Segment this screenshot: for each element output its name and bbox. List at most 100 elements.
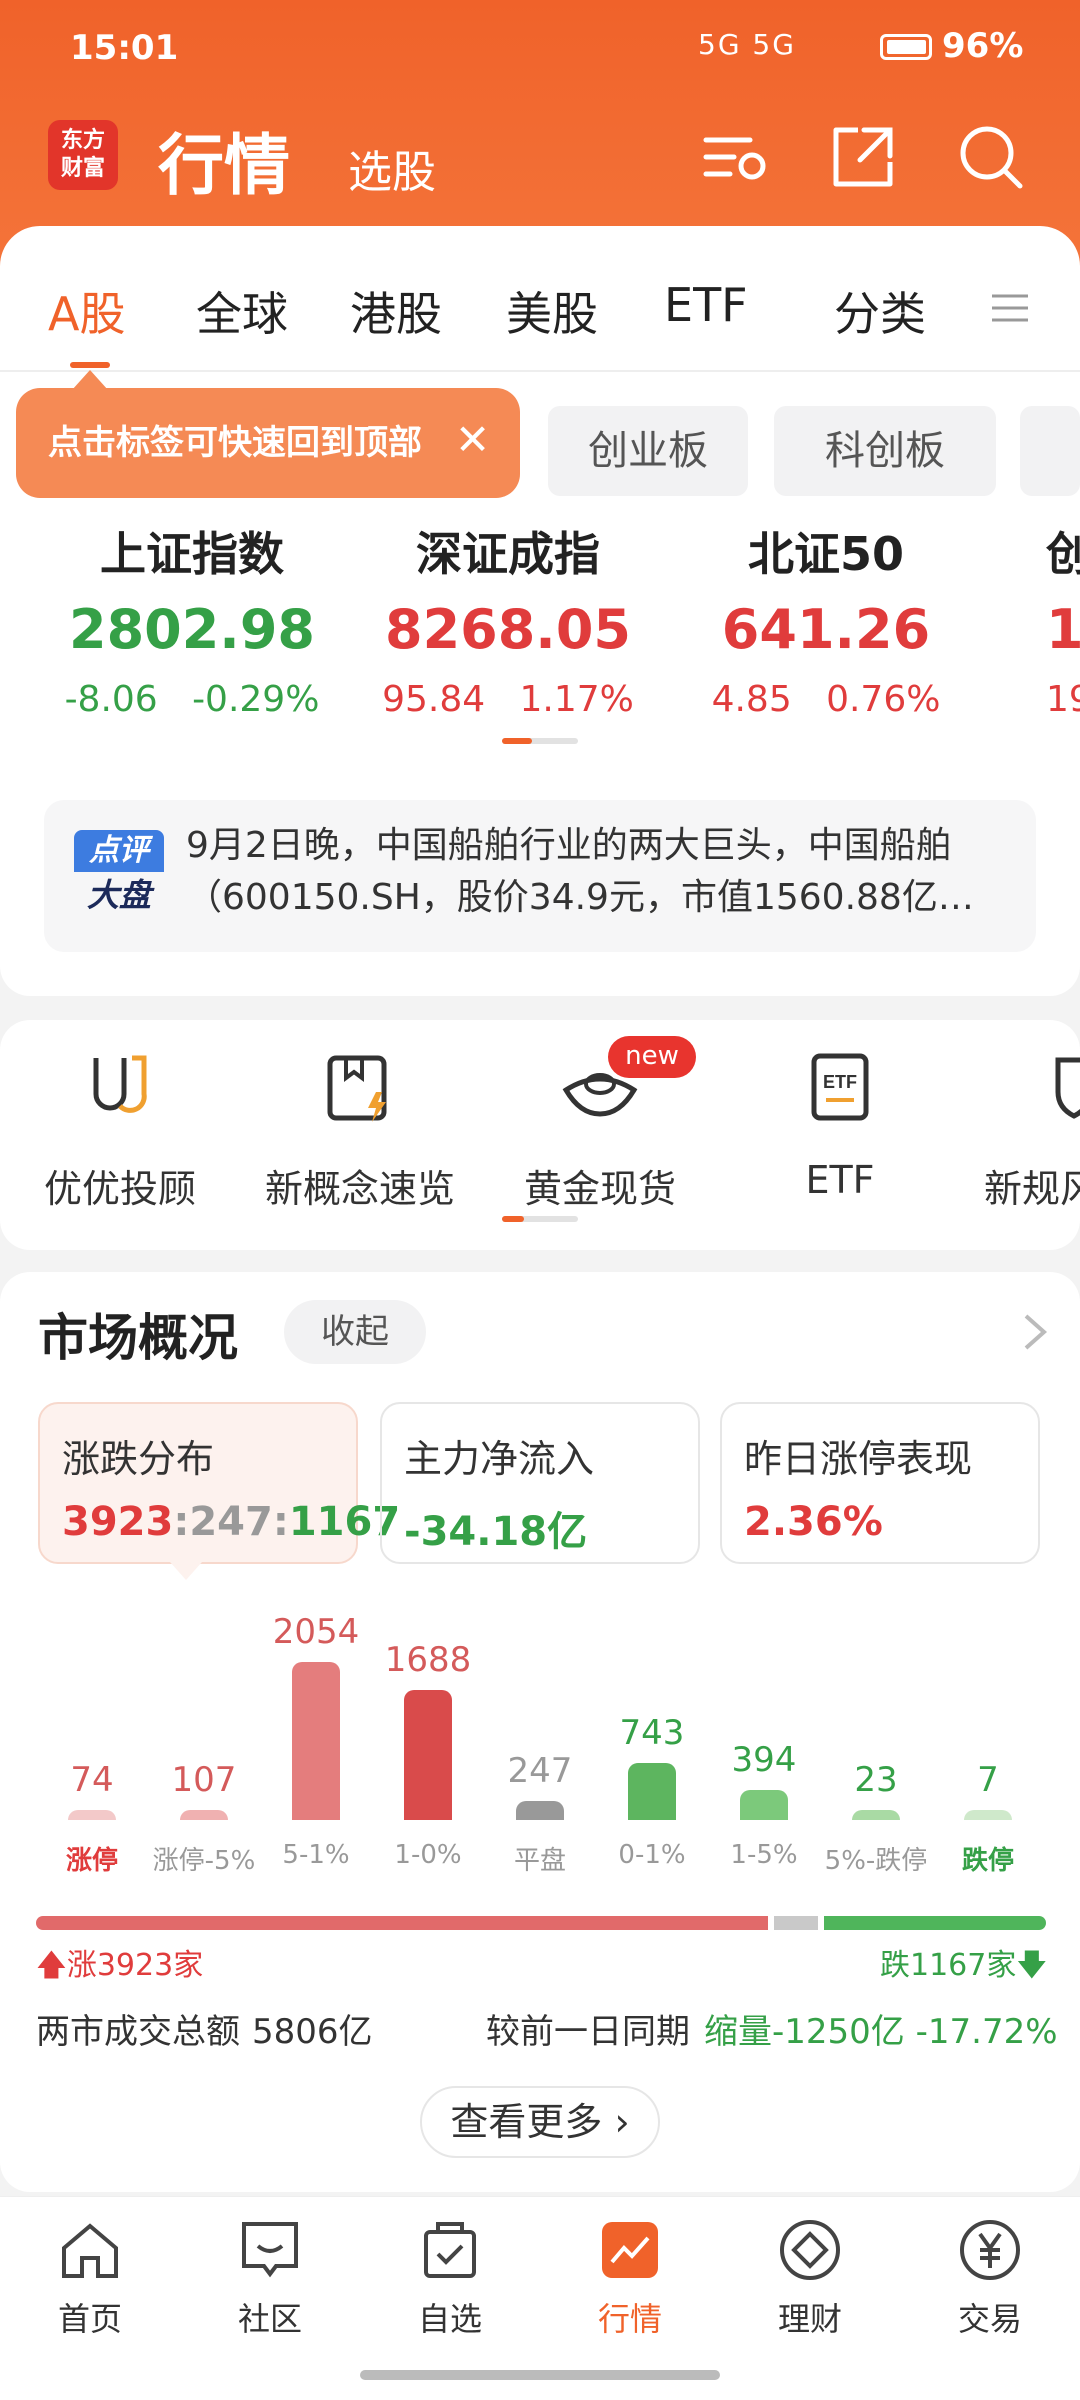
close-icon[interactable]: ✕ (455, 419, 495, 461)
arrow-up-icon: 🡅 (36, 1948, 67, 1983)
turnover-value: 5806亿 (252, 2012, 373, 2052)
index-name: 上证指数 (100, 527, 284, 581)
compare-value: 缩量-1250亿 -17.72% (704, 2012, 1058, 2052)
bar-value-label: 7 (977, 1760, 999, 1800)
bar-category-label: 5-1% (282, 1840, 350, 1870)
bar-category-label: 涨停-5% (152, 1846, 256, 1876)
nav-community[interactable]: 社区 (180, 2218, 360, 2340)
news-text: 9月2日晚，中国船舶行业的两大巨头，中国船舶（600150.SH，股价34.9元… (186, 825, 974, 918)
concept-icon (327, 1055, 387, 1122)
home-indicator (360, 2370, 720, 2380)
bar-category-label: 0-1% (618, 1840, 686, 1870)
index-value: 641.26 (721, 598, 931, 661)
shortcut-advisor[interactable]: 优优投顾 (20, 1040, 220, 1213)
bar-value-label: 247 (507, 1751, 573, 1791)
market-tabs: A股 全球 港股 美股 ETF 分类 (0, 278, 1080, 348)
bar-7 (852, 1810, 900, 1820)
share-icon[interactable] (828, 122, 898, 192)
index-change: -8.06 -0.29% (64, 679, 320, 720)
bar-category-label: 跌停 (961, 1846, 1014, 1876)
trade-icon (960, 2220, 1020, 2280)
signal-icons: 5G 5G (698, 28, 796, 61)
bar-value-label: 2054 (272, 1612, 360, 1652)
tab-us[interactable]: 美股 (506, 278, 598, 344)
arrow-down-icon: 🡇 (1016, 1948, 1048, 1983)
shortcut-etf[interactable]: ETF ETF (740, 1040, 940, 1202)
bar-3 (404, 1690, 452, 1820)
rise-count: 🡅涨3923家 (36, 1948, 204, 1983)
bar-category-label: 平盘 (513, 1846, 566, 1876)
divider (0, 370, 1080, 372)
bar-6 (740, 1790, 788, 1820)
chip-chinext[interactable]: 创业板 (548, 406, 748, 496)
search-icon[interactable] (956, 122, 1026, 192)
bar-category-label: 5%-跌停 (824, 1846, 928, 1876)
bar-8 (964, 1810, 1012, 1820)
bar-value-label: 74 (70, 1760, 114, 1800)
index-pager-active (502, 738, 532, 744)
nav-trade[interactable]: 交易 (900, 2218, 1080, 2340)
index-bse50[interactable]: 北证50 641.26 4.85 0.76% (666, 518, 986, 720)
market-comment-badge: 点评 大盘 (74, 830, 164, 920)
watchlist-icon (424, 2222, 476, 2278)
fall-bar (824, 1916, 1046, 1930)
menu-icon[interactable] (990, 288, 1030, 328)
tooltip-arrow (72, 370, 108, 390)
app-logo: 东方 财富 (48, 120, 118, 190)
bar-value-label: 107 (171, 1760, 237, 1800)
bar-value-label: 743 (619, 1713, 685, 1753)
bar-2 (292, 1662, 340, 1820)
bar-value-label: 394 (731, 1740, 797, 1780)
nav-watchlist[interactable]: 自选 (360, 2218, 540, 2340)
home-icon (62, 2223, 118, 2278)
tab-hk[interactable]: 港股 (350, 278, 442, 344)
chip-star-market[interactable]: 科创板 (774, 406, 996, 496)
advisor-icon (93, 1055, 147, 1113)
stat-rise-fall[interactable]: 涨跌分布 3923:247:1167 (38, 1402, 401, 1564)
battery-percent: 96% (942, 26, 1024, 66)
shortcut-pager-active (502, 1216, 524, 1222)
nav-home[interactable]: 首页 (0, 2218, 180, 2340)
tab-a-share[interactable]: A股 (48, 278, 125, 344)
rise-fall-ratio: 3923:247:1167 (62, 1499, 401, 1545)
bar-category-label: 涨停 (65, 1846, 118, 1876)
bar-0 (68, 1810, 116, 1820)
bar-category-label: 1-5% (730, 1840, 798, 1870)
index-shenzhen[interactable]: 深证成指 8268.05 95.84 1.17% (348, 518, 668, 720)
page-title: 行情 (158, 127, 290, 204)
compare-label: 较前一日同期 (486, 2012, 690, 2052)
new-badge: new (608, 1036, 696, 1078)
stat-net-inflow[interactable]: 主力净流入 -34.18亿 (380, 1402, 700, 1564)
bar-value-label: 23 (854, 1760, 898, 1800)
bar-4 (516, 1801, 564, 1820)
index-partial[interactable]: 创 15 19. (1046, 518, 1080, 720)
tab-global[interactable]: 全球 (196, 278, 288, 344)
chevron-right-icon[interactable] (1020, 1310, 1050, 1354)
scroll-top-tooltip: 点击标签可快速回到顶部 (16, 388, 520, 498)
shortcut-concept[interactable]: 新概念速览 (260, 1040, 460, 1213)
bar-value-label: 1688 (384, 1640, 472, 1680)
nav-market[interactable]: 行情 (540, 2218, 720, 2340)
shortcut-rules[interactable]: 新规风 (980, 1040, 1080, 1213)
tab-etf[interactable]: ETF (664, 278, 748, 332)
stock-picker-tab[interactable]: 选股 (348, 136, 436, 200)
status-time: 15:01 (70, 28, 179, 68)
settings-list-icon[interactable] (700, 122, 770, 192)
index-value: 2802.98 (69, 598, 315, 661)
chip-more[interactable] (1020, 406, 1080, 496)
tab-category[interactable]: 分类 (834, 278, 926, 344)
index-change: 95.84 1.17% (382, 679, 634, 720)
battery-icon (880, 34, 932, 60)
svg-text:ETF: ETF (823, 1072, 857, 1092)
collapse-button[interactable]: 收起 (284, 1300, 426, 1364)
view-more-button[interactable]: 查看更多 › (420, 2086, 660, 2158)
index-change: 4.85 0.76% (711, 679, 941, 720)
index-shanghai[interactable]: 上证指数 2802.98 -8.06 -0.29% (32, 518, 352, 720)
index-value: 8268.05 (385, 598, 631, 661)
nav-wealth[interactable]: 理财 (720, 2218, 900, 2340)
active-tab-indicator (70, 362, 110, 368)
bar-category-label: 1-0% (394, 1840, 462, 1870)
turnover-label: 两市成交总额 (36, 2012, 240, 2052)
stat-limit-up-performance[interactable]: 昨日涨停表现 2.36% (720, 1402, 1040, 1564)
market-icon (602, 2222, 658, 2278)
